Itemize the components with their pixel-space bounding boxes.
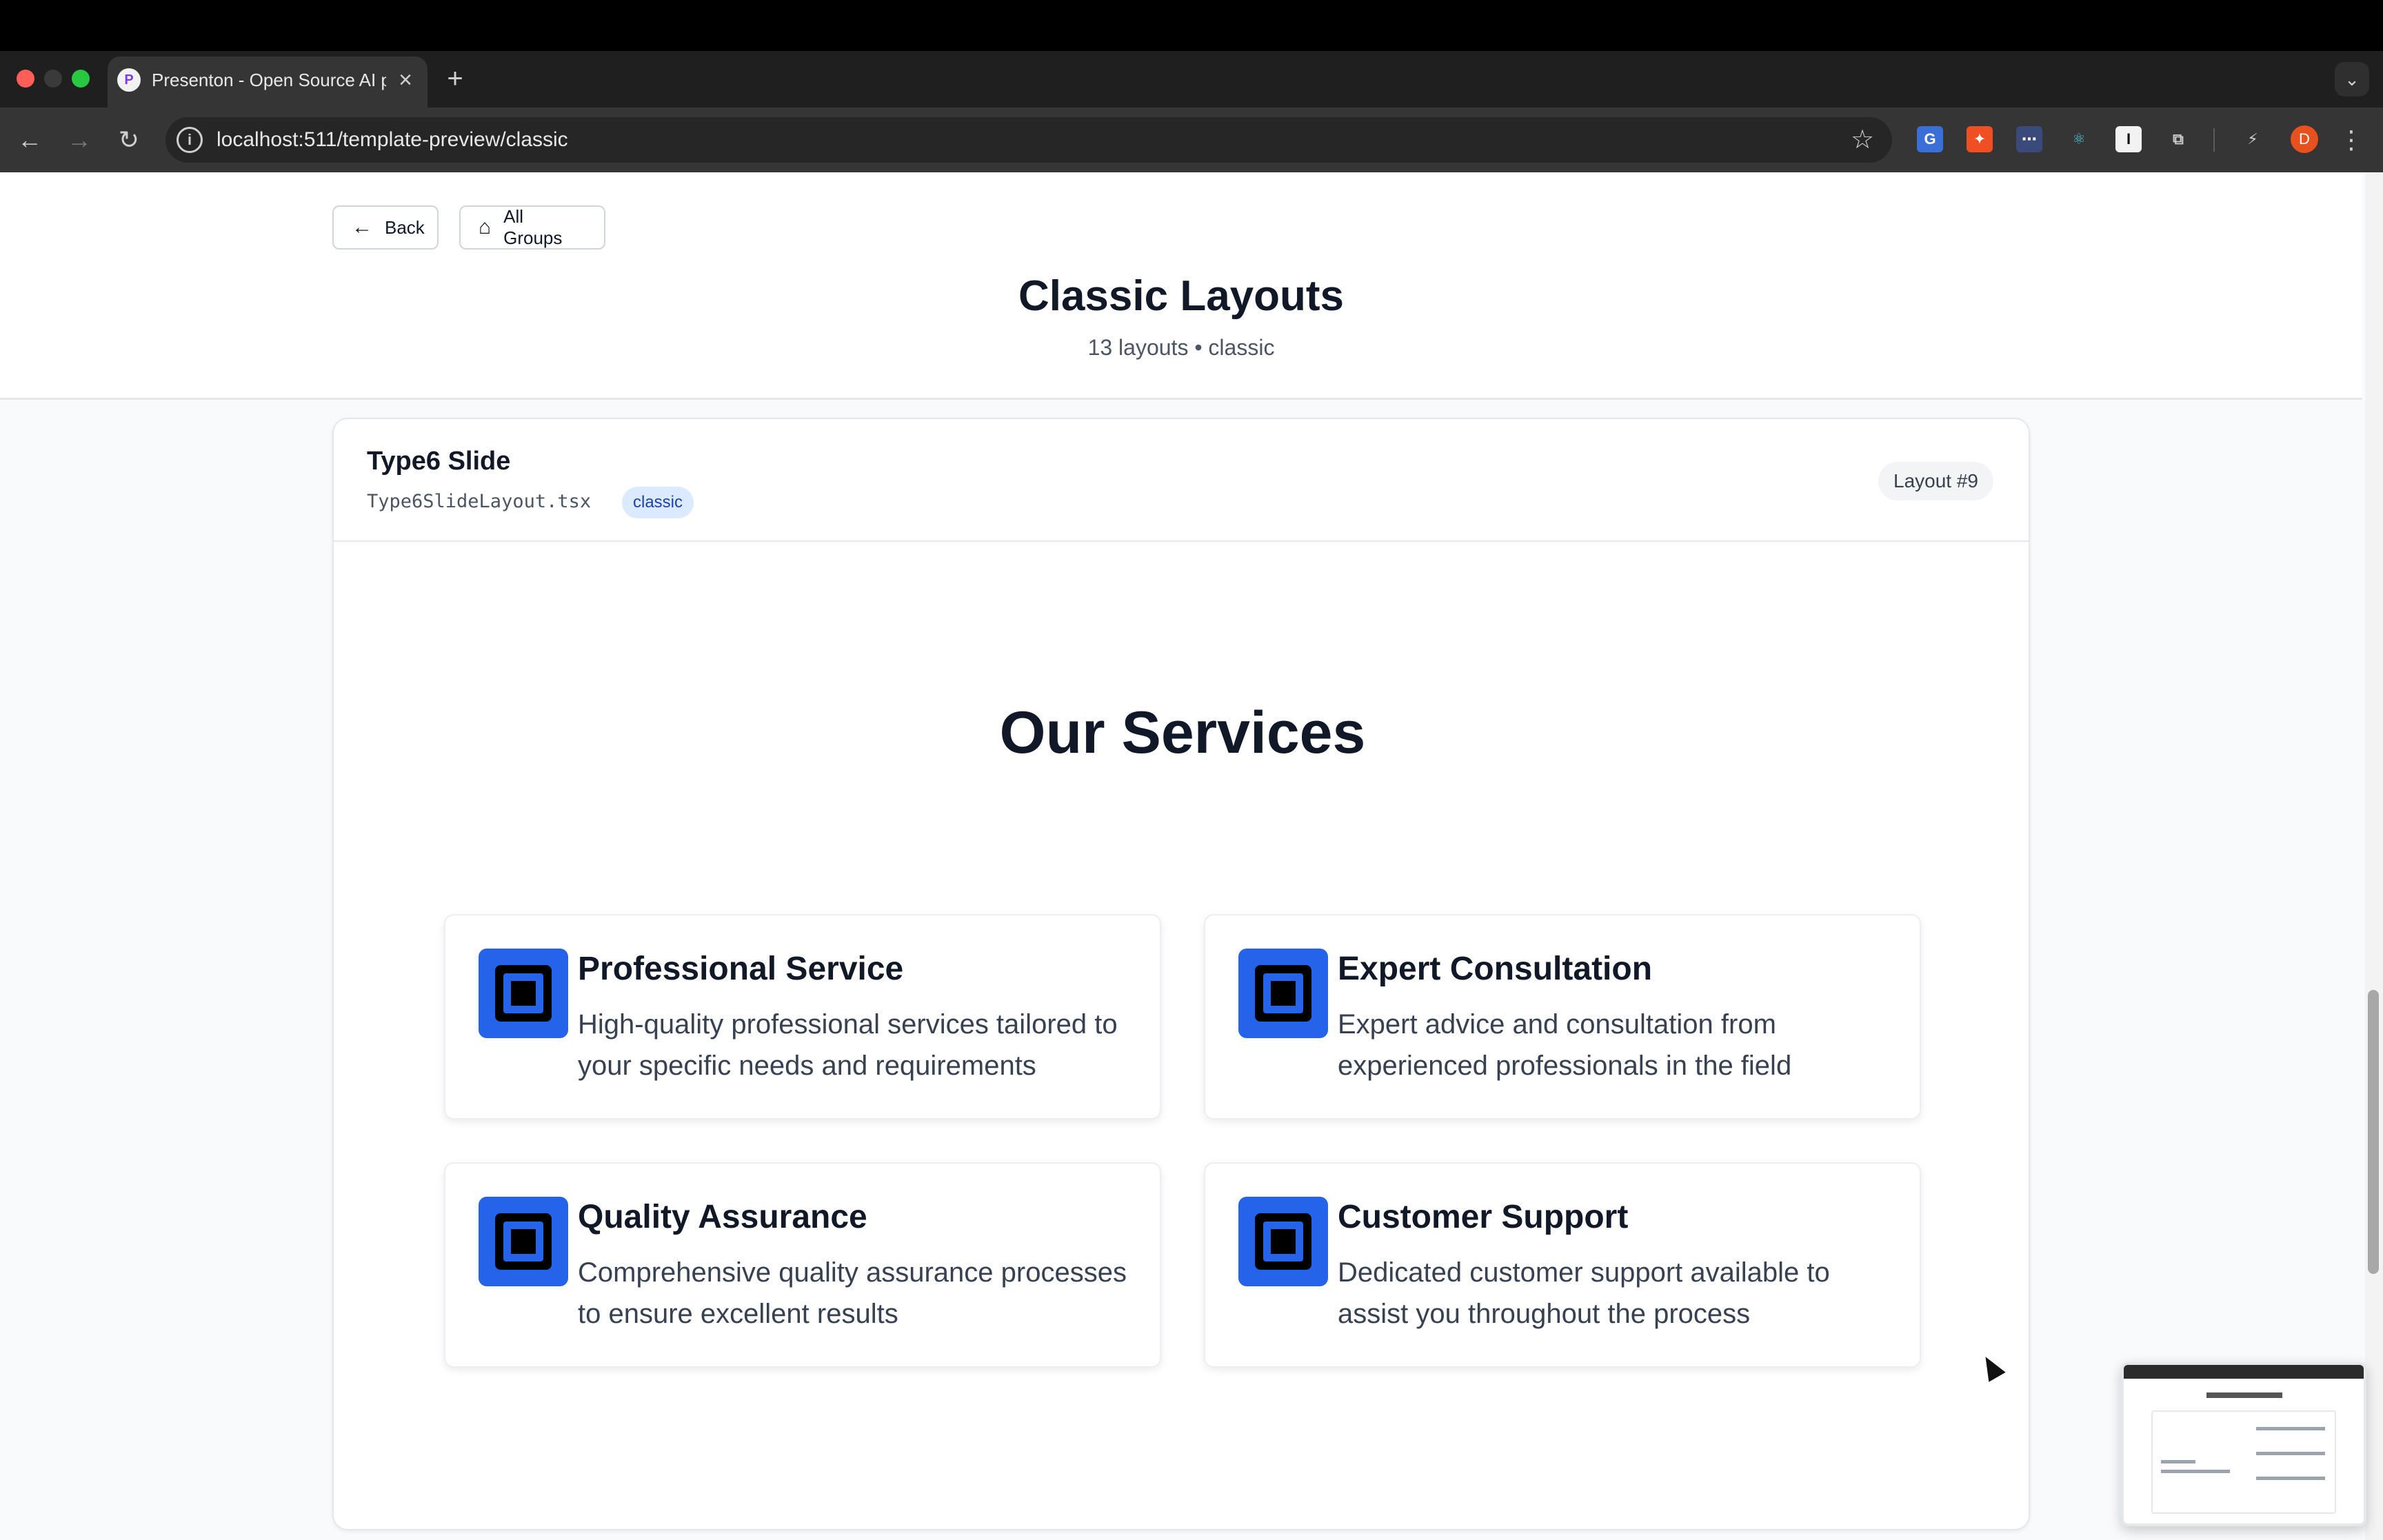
layout-number-badge: Layout #9 (1878, 462, 1993, 500)
toolbar-separator (2213, 128, 2215, 152)
page-subtitle: 13 layouts • classic (1087, 335, 1275, 360)
forward-nav-icon[interactable]: → (62, 123, 97, 157)
page-title: Classic Layouts (1018, 272, 1345, 320)
page-header: ← Back ⌂ All Groups Classic Layouts 13 l… (0, 172, 2362, 400)
text-extension-icon[interactable]: I (2115, 126, 2142, 152)
window-zoom-button[interactable] (72, 70, 90, 88)
window-close-button[interactable] (17, 70, 34, 88)
presenton-favicon-icon: P (117, 68, 141, 92)
back-button[interactable]: ← Back (332, 205, 439, 250)
service-card: Professional Service High-quality profes… (444, 914, 1161, 1119)
service-description: High-quality professional services tailo… (578, 1009, 1118, 1081)
thumbnail-line (2256, 1427, 2325, 1430)
service-card: Customer Support Dedicated customer supp… (1204, 1162, 1921, 1368)
thumbnail-line (2161, 1460, 2195, 1463)
layout-name: Type6 Slide (367, 447, 511, 476)
page-scrollbar[interactable] (2365, 172, 2383, 1540)
thumbnail-line (2161, 1470, 2230, 1473)
arrow-left-icon: ← (352, 216, 372, 239)
layout-group-tag: classic (622, 487, 694, 518)
all-groups-button[interactable]: ⌂ All Groups (459, 205, 605, 250)
square-frame-icon (479, 1197, 568, 1286)
service-title: Customer Support (1338, 1199, 1629, 1235)
url-text[interactable]: localhost:511/template-preview/classic (217, 125, 1320, 155)
site-info-icon[interactable]: i (177, 127, 203, 153)
screen-top-bar (0, 0, 2383, 51)
layout-filename: Type6SlideLayout.tsx (367, 491, 592, 512)
bookmark-star-icon[interactable]: ☆ (1845, 123, 1880, 157)
thumbnail-line (2256, 1452, 2325, 1455)
square-frame-icon (1238, 1197, 1328, 1286)
browser-menu-icon[interactable]: ⋮ (2337, 123, 2365, 157)
thumbnail-line (2256, 1477, 2325, 1480)
thumbnail-title-line (2206, 1392, 2282, 1398)
back-nav-icon[interactable]: ← (12, 123, 47, 157)
thumbnail-card (2151, 1410, 2336, 1514)
extensions-puzzle-icon[interactable]: ⧉ (2165, 126, 2191, 152)
slide-title: Our Services (999, 700, 1366, 766)
service-card: Quality Assurance Comprehensive quality … (444, 1162, 1161, 1368)
home-icon: ⌂ (479, 216, 492, 239)
service-description: Dedicated customer support available to … (1338, 1257, 1830, 1329)
translate-extension-icon[interactable]: G (1917, 126, 1943, 152)
screenshot-thumbnail-preview[interactable] (2121, 1362, 2366, 1526)
reload-icon[interactable]: ↻ (112, 123, 146, 157)
square-frame-icon (1238, 949, 1328, 1038)
service-title: Quality Assurance (578, 1199, 867, 1235)
window-minimize-button[interactable] (44, 70, 62, 88)
service-description: Comprehensive quality assurance processe… (578, 1257, 1127, 1329)
service-description: Expert advice and consultation from expe… (1338, 1009, 1792, 1081)
tab-close-icon[interactable]: × (394, 66, 416, 94)
service-title: Expert Consultation (1338, 951, 1653, 987)
react-extension-icon[interactable]: ⚛ (2066, 126, 2092, 152)
performance-icon[interactable]: ⚡ (2240, 126, 2266, 152)
profile-avatar[interactable]: D (2291, 125, 2318, 153)
dots-extension-icon[interactable]: ⋯ (2016, 126, 2042, 152)
service-title: Professional Service (578, 951, 904, 987)
page-viewport: ← Back ⌂ All Groups Classic Layouts 13 l… (0, 172, 2383, 1540)
layout-card-header: Type6 Slide Type6SlideLayout.tsx classic… (334, 419, 2029, 542)
all-groups-button-label: All Groups (503, 206, 563, 248)
layout-card: Type6 Slide Type6SlideLayout.tsx classic… (332, 418, 2030, 1530)
rocket-extension-icon[interactable]: ✦ (1967, 126, 1993, 152)
back-button-label: Back (385, 216, 425, 238)
service-card: Expert Consultation Expert advice and co… (1204, 914, 1921, 1119)
thumbnail-browser-bar (2124, 1365, 2364, 1379)
scrollbar-thumb[interactable] (2368, 990, 2379, 1274)
tab-title: Presenton - Open Source AI presentation … (152, 70, 386, 90)
tab-search-chevron-icon[interactable]: ⌄ (2335, 62, 2369, 97)
square-frame-icon (479, 949, 568, 1038)
new-tab-icon[interactable]: + (441, 63, 469, 94)
